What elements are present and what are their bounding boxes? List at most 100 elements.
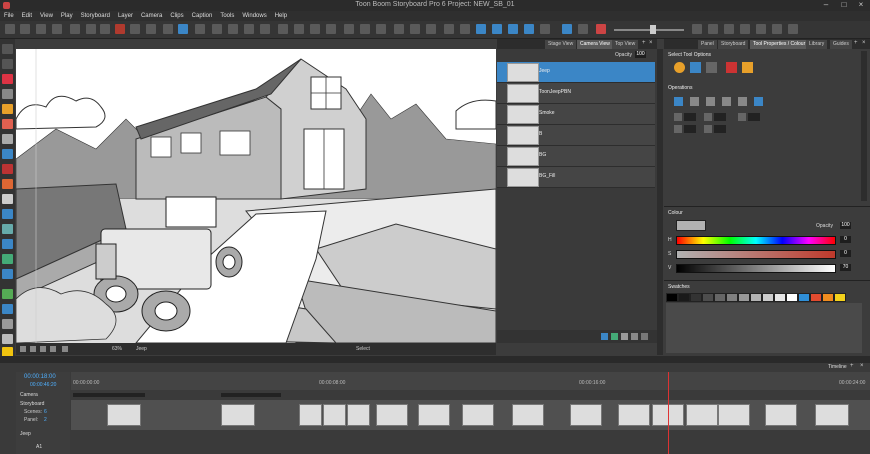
panel-thumbnail[interactable]	[418, 404, 450, 426]
fit-icon[interactable]	[708, 24, 718, 34]
onion-toggle-icon[interactable]	[40, 346, 46, 352]
fit-view-icon[interactable]	[62, 346, 68, 352]
saturation-slider[interactable]	[676, 250, 836, 259]
cut-icon[interactable]	[70, 24, 80, 34]
layer-row[interactable]: BG	[497, 146, 655, 167]
zoom-tool[interactable]	[2, 209, 13, 219]
layer-row[interactable]: BG_Fill	[497, 167, 655, 188]
layer-opacity-field[interactable]: 100	[635, 51, 646, 58]
x-field[interactable]	[684, 113, 696, 121]
current-colour-swatch[interactable]	[676, 220, 706, 231]
camera-keyframe-bar[interactable]	[221, 393, 281, 397]
tab-add-icon[interactable]: +	[854, 40, 858, 46]
layer-row[interactable]: ToonJeepPBN	[497, 83, 655, 104]
colour-swatch[interactable]	[834, 293, 846, 302]
menu-caption[interactable]: Caption	[188, 11, 217, 21]
previous-icon[interactable]	[476, 24, 486, 34]
colour-swatch[interactable]	[702, 293, 714, 302]
first-frame-icon[interactable]	[460, 24, 470, 34]
zoom-in-icon[interactable]	[724, 24, 734, 34]
angle-field[interactable]	[748, 113, 760, 121]
zoom-slider-track[interactable]	[614, 29, 684, 31]
panel-thumbnail[interactable]	[462, 404, 494, 426]
playhead[interactable]	[668, 372, 669, 454]
colour-swatch[interactable]	[714, 293, 726, 302]
new-scene-icon[interactable]	[344, 24, 354, 34]
tab-camera-view[interactable]: Camera View	[577, 40, 613, 49]
light-table-icon[interactable]	[260, 24, 270, 34]
layer-icon[interactable]	[376, 24, 386, 34]
tab-close-icon[interactable]: ×	[649, 40, 653, 46]
hue-field[interactable]: 0	[840, 236, 851, 243]
panel-thumbnail[interactable]	[686, 404, 718, 426]
select-mode-icon[interactable]	[690, 62, 701, 73]
undo-icon[interactable]	[130, 24, 140, 34]
colour-swatch[interactable]	[798, 293, 810, 302]
menu-file[interactable]: File	[0, 11, 18, 21]
panel-thumbnail[interactable]	[618, 404, 650, 426]
settings-tool[interactable]	[2, 334, 13, 344]
panel-thumbnail[interactable]	[765, 404, 797, 426]
delete-icon[interactable]	[115, 24, 125, 34]
menu-play[interactable]: Play	[57, 11, 77, 21]
caption-icon[interactable]	[426, 24, 436, 34]
grid-toggle-icon[interactable]	[20, 346, 26, 352]
select-tool[interactable]	[2, 44, 13, 54]
layer-row[interactable]: Smoke	[497, 104, 655, 125]
loop-icon[interactable]	[578, 24, 588, 34]
timeline-splitter[interactable]	[0, 356, 870, 363]
camera-view-canvas[interactable]	[16, 49, 496, 343]
menu-storyboard[interactable]: Storyboard	[77, 11, 114, 21]
split-panel-icon[interactable]	[326, 24, 336, 34]
tool-options-scrollbar[interactable]	[861, 51, 867, 201]
value-slider[interactable]	[676, 264, 836, 273]
pencil-tool[interactable]	[2, 89, 13, 99]
duplicate-panel-icon[interactable]	[310, 24, 320, 34]
zoom-slider-handle[interactable]	[650, 25, 656, 34]
timecode[interactable]: 00:00:18:00	[24, 374, 56, 380]
new-layer-tool[interactable]	[2, 289, 13, 299]
hue-slider[interactable]	[676, 236, 836, 245]
menu-edit[interactable]: Edit	[18, 11, 36, 21]
width-field[interactable]	[714, 113, 726, 121]
close-icon[interactable]: ×	[853, 0, 869, 11]
tab-add-icon[interactable]: +	[642, 40, 646, 46]
group-tool[interactable]	[2, 304, 13, 314]
layer-options-icon[interactable]	[631, 333, 638, 340]
colour-swatch[interactable]	[822, 293, 834, 302]
export-icon[interactable]	[52, 24, 62, 34]
menu-windows[interactable]: Windows	[238, 11, 270, 21]
next-icon[interactable]	[524, 24, 534, 34]
tab-panel[interactable]: Panel	[698, 40, 717, 49]
colour-swatch[interactable]	[774, 293, 786, 302]
colour-swatch[interactable]	[666, 293, 678, 302]
scene-icon[interactable]	[360, 24, 370, 34]
panel-icon[interactable]	[212, 24, 222, 34]
add-group-icon[interactable]	[621, 333, 628, 340]
panel-thumbnail[interactable]	[347, 404, 370, 426]
y-field[interactable]	[684, 125, 696, 133]
menu-tools[interactable]: Tools	[216, 11, 238, 21]
preview-toggle-icon[interactable]	[50, 346, 56, 352]
brush-select-icon[interactable]	[706, 62, 717, 73]
colour-swatch[interactable]	[762, 293, 774, 302]
menu-view[interactable]: View	[36, 11, 57, 21]
layer-row[interactable]: Jeep	[497, 62, 655, 83]
camera-keyframe-bar[interactable]	[73, 393, 145, 397]
new-panel-icon[interactable]	[278, 24, 288, 34]
snap-icon[interactable]	[726, 62, 737, 73]
minimize-icon[interactable]: –	[818, 0, 834, 11]
flip-icon[interactable]	[788, 24, 798, 34]
layout-icon[interactable]	[228, 24, 238, 34]
reset-view-icon[interactable]	[756, 24, 766, 34]
view-icon[interactable]	[692, 24, 702, 34]
panel-thumbnail[interactable]	[512, 404, 544, 426]
cutter-tool[interactable]	[2, 119, 13, 129]
smooth-icon[interactable]	[738, 97, 747, 106]
panel-thumbnail[interactable]	[107, 404, 141, 426]
lasso-icon[interactable]	[674, 62, 685, 73]
paste-icon[interactable]	[100, 24, 110, 34]
onion-skin-icon[interactable]	[244, 24, 254, 34]
rotate-icon[interactable]	[772, 24, 782, 34]
insert-panel-icon[interactable]	[294, 24, 304, 34]
